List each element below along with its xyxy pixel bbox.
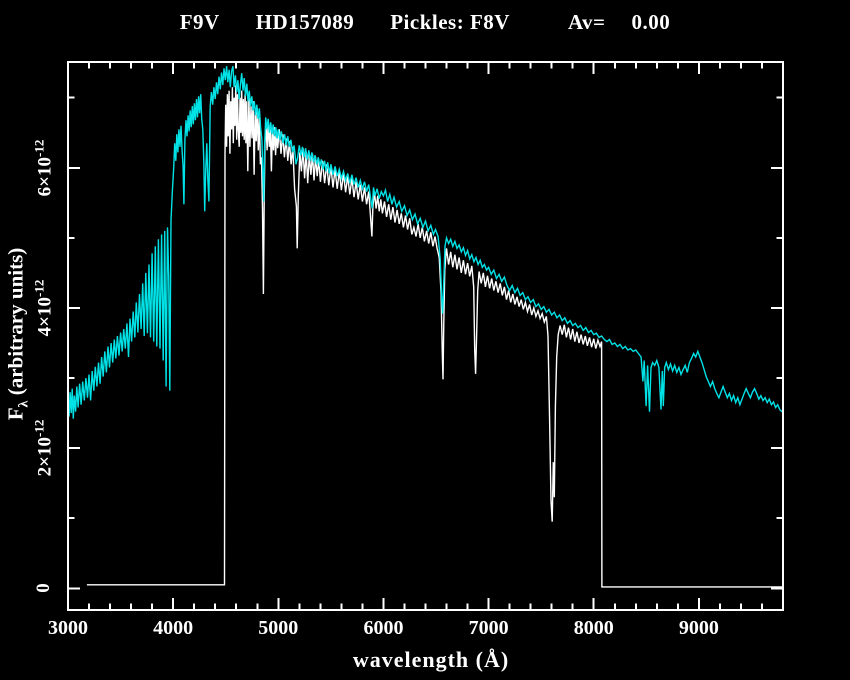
spectrum-plot xyxy=(0,0,850,680)
template-spectrum-line xyxy=(68,66,782,419)
spectrum-viewer-screen: F9V HD157089 Pickles: F8V Av= 0.00 Fλ (a… xyxy=(0,0,850,680)
observed-spectrum-line xyxy=(87,85,783,587)
